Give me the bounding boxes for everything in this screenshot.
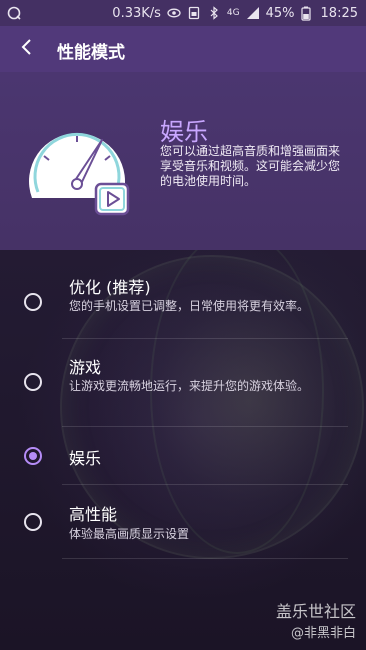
back-button[interactable] [12, 35, 42, 63]
signal-icon [246, 6, 260, 20]
network-type: 4G [226, 8, 240, 18]
option-entertainment-title: 娱乐 [69, 449, 102, 468]
status-bar: 0.33K/s 4G 45% 18:25 [0, 0, 366, 26]
option-high-performance-description: 体验最高画质显示设置 [69, 527, 190, 541]
app-bar: 性能模式 [0, 26, 366, 72]
speedometer-play-icon [22, 120, 134, 232]
radio-game[interactable] [24, 373, 42, 391]
page-title: 性能模式 [57, 43, 125, 63]
option-optimized-title: 优化 (推荐) [69, 278, 151, 297]
current-mode-title: 娱乐 [160, 118, 208, 146]
app-notification-icon [6, 5, 22, 21]
option-entertainment[interactable]: 娱乐 [0, 426, 366, 484]
mode-header: 娱乐 您可以通过超高音质和增强画面来享受音乐和视频。这可能会减少您的电池使用时间… [0, 72, 366, 250]
battery-icon [300, 6, 315, 21]
sd-card-icon [187, 6, 201, 20]
option-game[interactable]: 游戏 让游戏更流畅地运行，来提升您的游戏体验。 [0, 338, 366, 426]
current-mode-description: 您可以通过超高音质和增强画面来享受音乐和视频。这可能会减少您的电池使用时间。 [160, 144, 341, 188]
watermark-author: @非黑非白 [290, 626, 356, 641]
option-game-title: 游戏 [69, 358, 102, 377]
option-high-performance-title: 高性能 [69, 505, 118, 524]
network-speed: 0.33K/s [112, 5, 161, 21]
watermark-community: 盖乐世社区 [275, 602, 356, 621]
radio-high-performance[interactable] [24, 513, 42, 531]
battery-percent: 45% [265, 5, 295, 21]
option-high-performance[interactable]: 高性能 体验最高画质显示设置 [0, 484, 366, 558]
option-game-description: 让游戏更流畅地运行，来提升您的游戏体验。 [69, 379, 310, 393]
radio-entertainment[interactable] [24, 447, 42, 465]
eye-icon [167, 6, 181, 20]
chevron-left-icon [20, 38, 34, 60]
bluetooth-icon [207, 6, 221, 20]
radio-optimized[interactable] [24, 293, 42, 311]
option-optimized-description: 您的手机设置已调整，日常使用将更有效率。 [69, 299, 310, 313]
divider [62, 558, 348, 559]
clock: 18:25 [320, 5, 358, 21]
status-bar-right: 0.33K/s 4G 45% 18:25 [112, 0, 358, 26]
screen: 0.33K/s 4G 45% 18:25 性能模式 娱乐 您可以通过超高音质和增… [0, 0, 366, 650]
option-optimized[interactable]: 优化 (推荐) 您的手机设置已调整，日常使用将更有效率。 [0, 258, 366, 338]
